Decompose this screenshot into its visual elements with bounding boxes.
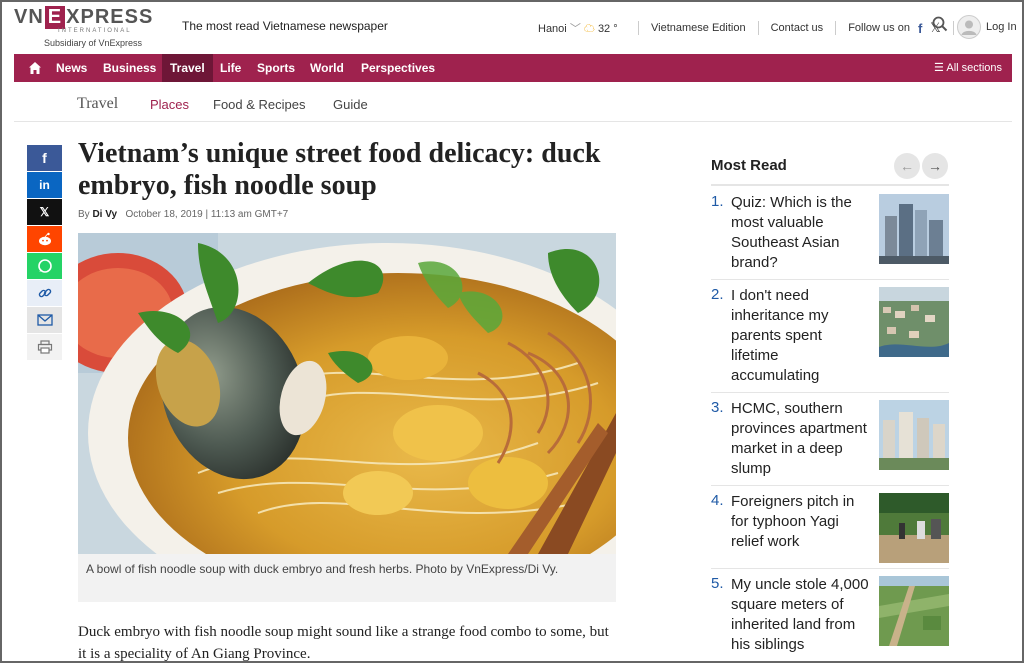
city-label: Hanoi — [538, 23, 567, 35]
link-icon[interactable] — [27, 280, 62, 306]
subnav-food-recipes[interactable]: Food & Recipes — [213, 97, 306, 112]
next-arrow-icon[interactable]: → — [922, 153, 948, 179]
divider — [638, 21, 639, 35]
most-read-headline[interactable]: Foreigners pitch in for typhoon Yagi rel… — [731, 492, 871, 552]
rank-number: 5. — [711, 575, 724, 592]
logo-international: INTERNATIONAL — [58, 28, 132, 34]
rank-number: 1. — [711, 193, 724, 210]
print-icon[interactable] — [27, 334, 62, 360]
weather-widget[interactable]: Hanoi ﹀ ☁ 32 ° — [538, 20, 618, 36]
page-frame: VN E XPRESS INTERNATIONAL Subsidiary of Vn… — [0, 0, 1024, 663]
byline: By Di Vy October 18, 2019 | 11:13 am GMT… — [78, 209, 288, 220]
divider — [711, 184, 949, 186]
most-read-item[interactable]: 2. I don't need inheritance my parents s… — [711, 286, 949, 393]
user-icon — [961, 20, 977, 35]
most-read-headline[interactable]: Quiz: Which is the most valuable Southea… — [731, 193, 871, 273]
most-read-title: Most Read — [711, 157, 787, 174]
article-title: Vietnam’s unique street food delicacy: d… — [78, 138, 601, 201]
facebook-icon[interactable]: f — [918, 21, 922, 36]
sub-nav: Travel Places Food & Recipes Guide — [14, 86, 1012, 122]
thumbnail[interactable] — [879, 194, 949, 264]
prev-arrow-icon[interactable]: ← — [894, 153, 920, 179]
noodle-soup-photo — [78, 233, 616, 554]
subnav-places[interactable]: Places — [150, 97, 189, 112]
most-read-headline[interactable]: My uncle stole 4,000 square meters of in… — [731, 575, 871, 655]
main-nav: News Business Travel Life Sports World P… — [14, 54, 1012, 82]
home-icon[interactable] — [28, 61, 42, 75]
mail-icon[interactable] — [27, 307, 62, 333]
by-label: By — [78, 209, 90, 220]
login-link[interactable]: Log In — [986, 21, 1017, 33]
nav-world[interactable]: World — [310, 54, 344, 82]
top-links: Vietnamese Edition Contact us Follow us … — [626, 20, 966, 36]
most-read-item[interactable]: 4. Foreigners pitch in for typhoon Yagi … — [711, 492, 949, 569]
thumbnail[interactable] — [879, 576, 949, 646]
section-title[interactable]: Travel — [77, 95, 118, 113]
contact-link[interactable]: Contact us — [771, 22, 824, 34]
nav-sports[interactable]: Sports — [257, 54, 295, 82]
tagline: The most read Vietnamese newspaper — [182, 19, 388, 33]
all-sections-button[interactable]: ☰ All sections — [934, 54, 1002, 82]
divider — [835, 21, 837, 35]
most-read-headline[interactable]: I don't need inheritance my parents spen… — [731, 286, 871, 386]
logo-e: E — [44, 6, 66, 29]
rank-number: 3. — [711, 399, 724, 416]
thumbnail[interactable] — [879, 400, 949, 470]
x-icon[interactable]: 𝕏 — [27, 199, 62, 225]
avatar[interactable] — [957, 15, 981, 39]
most-read-headline[interactable]: HCMC, southern provinces apartment marke… — [731, 399, 871, 479]
most-read-item[interactable]: 3. HCMC, southern provinces apartment ma… — [711, 399, 949, 486]
subnav-guide[interactable]: Guide — [333, 97, 368, 112]
nav-perspectives[interactable]: Perspectives — [361, 54, 435, 82]
chevron-down-icon: ﹀ — [569, 23, 581, 35]
article-lead: Duck embryo with fish noodle soup might … — [78, 624, 609, 662]
follow-us: Follow us on f 𝕏 — [848, 20, 941, 36]
logo-subsidiary: Subsidiary of VnExpress — [44, 38, 143, 48]
share-bar: f in 𝕏 — [27, 145, 62, 361]
site-logo[interactable]: VN E XPRESS INTERNATIONAL Subsidiary of Vn… — [14, 6, 166, 48]
author-name[interactable]: Di Vy — [92, 209, 117, 220]
follow-label: Follow us on — [848, 22, 910, 34]
divider — [952, 21, 954, 35]
top-bar: VN E XPRESS INTERNATIONAL Subsidiary of Vn… — [2, 2, 1022, 52]
photo-caption: A bowl of fish noodle soup with duck emb… — [78, 554, 616, 602]
nav-travel[interactable]: Travel — [162, 54, 213, 82]
weather-icon: ☁ — [583, 23, 595, 35]
vietnamese-edition-link[interactable]: Vietnamese Edition — [651, 22, 746, 34]
reddit-icon[interactable] — [27, 226, 62, 252]
most-read-item[interactable]: 1. Quiz: Which is the most valuable Sout… — [711, 193, 949, 280]
divider — [757, 21, 759, 35]
all-sections-label: All sections — [946, 62, 1002, 74]
nav-life[interactable]: Life — [220, 54, 241, 82]
facebook-icon[interactable]: f — [27, 145, 62, 171]
logo-suffix: XPRESS — [66, 6, 154, 28]
thumbnail[interactable] — [879, 493, 949, 563]
search-icon[interactable] — [932, 16, 948, 32]
logo-wordmark: VN E XPRESS — [14, 6, 153, 29]
rank-number: 2. — [711, 286, 724, 303]
whatsapp-icon[interactable] — [27, 253, 62, 279]
menu-icon: ☰ — [934, 62, 944, 74]
nav-news[interactable]: News — [56, 54, 87, 82]
rank-number: 4. — [711, 492, 724, 509]
linkedin-icon[interactable]: in — [27, 172, 62, 198]
temperature: 32 ° — [597, 23, 618, 35]
article-photo[interactable] — [78, 233, 616, 554]
thumbnail[interactable] — [879, 287, 949, 357]
nav-business[interactable]: Business — [103, 54, 156, 82]
logo-prefix: VN — [14, 6, 44, 28]
publish-date: October 18, 2019 | 11:13 am GMT+7 — [125, 209, 289, 220]
most-read-item[interactable]: 5. My uncle stole 4,000 square meters of… — [711, 575, 949, 661]
